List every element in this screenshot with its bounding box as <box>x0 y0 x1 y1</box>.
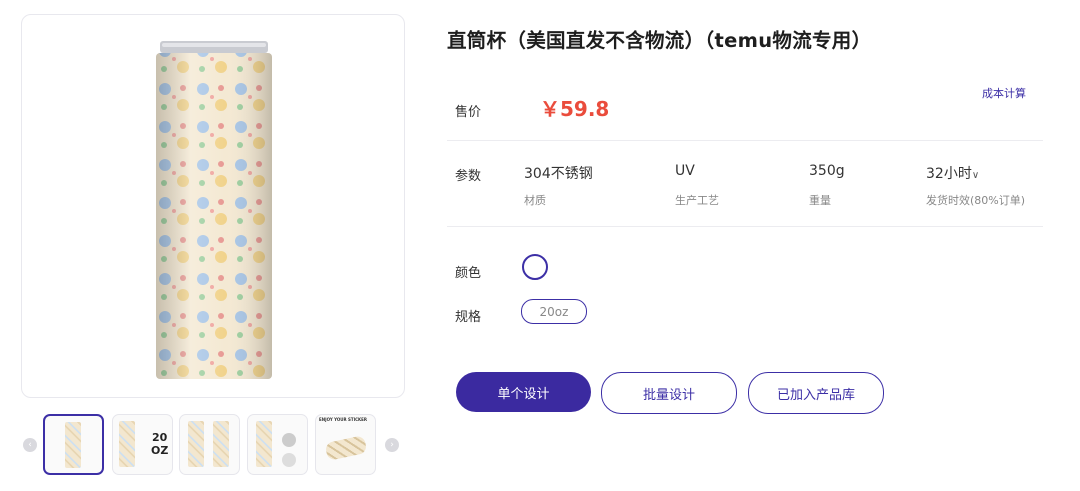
chevron-left-icon[interactable]: ‹ <box>23 438 37 452</box>
price-label: 售价 <box>455 105 482 120</box>
color-swatch[interactable] <box>522 254 548 280</box>
spec-label: 规格 <box>455 310 482 325</box>
param-process-key: 生产工艺 <box>675 194 719 207</box>
divider <box>447 140 1043 141</box>
chevron-right-icon[interactable]: › <box>385 438 399 452</box>
params-label: 参数 <box>455 169 482 184</box>
main-product-image <box>21 14 405 398</box>
thumbnail-3[interactable] <box>179 414 240 475</box>
param-weight-value: 350g <box>809 163 845 179</box>
tumbler-lying-image <box>324 435 368 461</box>
thumbnail-1[interactable] <box>43 414 104 475</box>
lid-icon <box>282 433 296 447</box>
divider <box>447 226 1043 227</box>
shipping-time-dropdown[interactable]: 32小时∨ <box>926 163 979 183</box>
thumbnail-size-label: 20 OZ <box>151 431 169 457</box>
cost-calculation-link[interactable]: 成本计算 <box>982 85 1026 101</box>
param-process-value: UV <box>675 163 695 179</box>
thumbnail-strip: ‹ 20 OZ ENJOY YOUR STICKER › <box>21 412 405 478</box>
color-label: 颜色 <box>455 266 482 281</box>
spec-option-20oz[interactable]: 20oz <box>521 299 587 324</box>
thumbnail-2[interactable]: 20 OZ <box>112 414 173 475</box>
param-weight-key: 重量 <box>809 194 831 207</box>
product-title: 直筒杯（美国直发不含物流）（temu物流专用） <box>447 29 872 52</box>
chevron-down-icon: ∨ <box>971 170 980 181</box>
added-to-library-button[interactable]: 已加入产品库 <box>748 372 884 414</box>
param-shipping-key: 发货时效(80%订单) <box>926 194 1026 207</box>
thumbnail-5[interactable]: ENJOY YOUR STICKER <box>315 414 376 475</box>
param-shipping-value: 32小时 <box>926 166 972 182</box>
single-design-button[interactable]: 单个设计 <box>456 372 591 412</box>
param-material-value: 304不锈钢 <box>524 166 593 182</box>
batch-design-button[interactable]: 批量设计 <box>601 372 737 414</box>
thumbnail-4[interactable] <box>247 414 308 475</box>
price-value: ￥59.8 <box>540 97 610 121</box>
base-icon <box>282 453 296 467</box>
thumbnail-caption: ENJOY YOUR STICKER <box>319 417 367 422</box>
param-material-key: 材质 <box>524 194 546 207</box>
tumbler-image <box>156 41 272 379</box>
